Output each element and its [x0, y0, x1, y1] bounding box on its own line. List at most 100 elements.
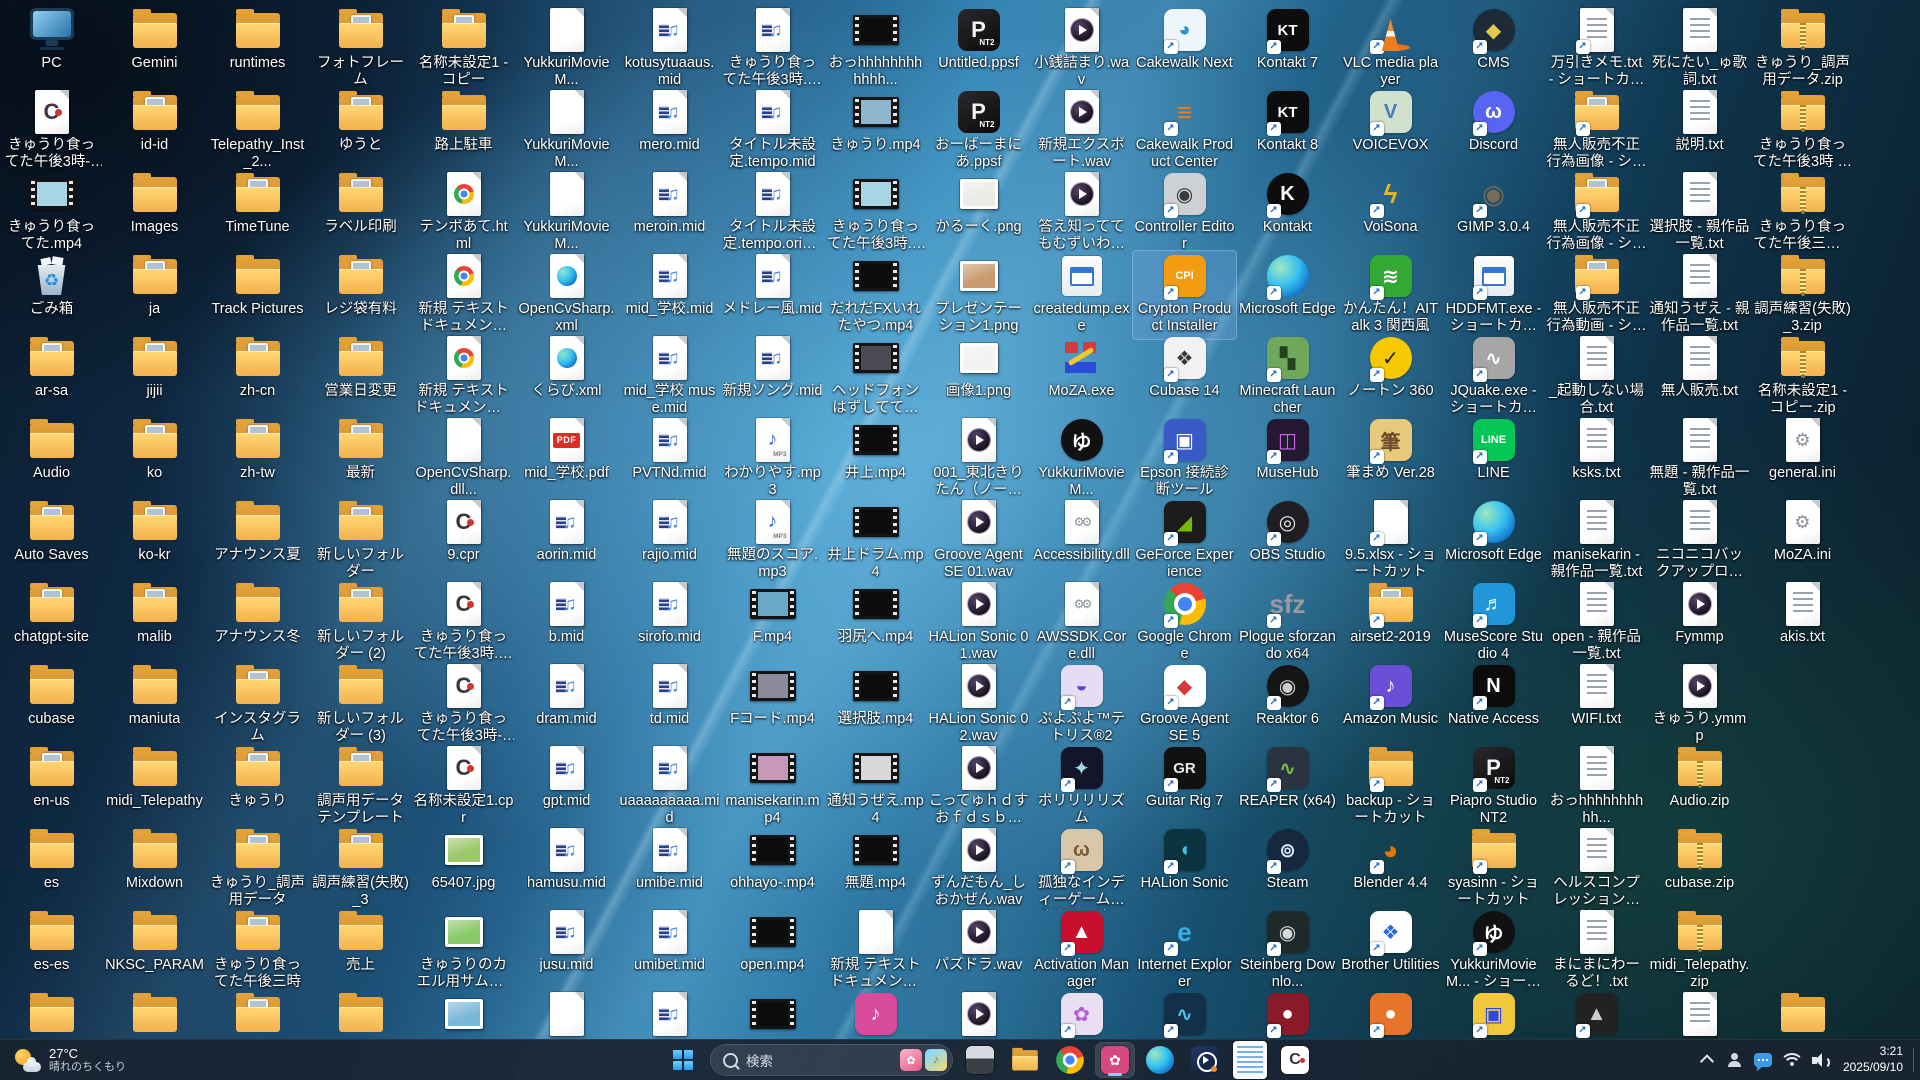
- desktop-icon[interactable]: en-us: [0, 743, 103, 813]
- desktop-icon[interactable]: ♫ uaaaaaaaaa.mid: [618, 743, 721, 831]
- desktop-icon[interactable]: アナウンス夏: [206, 497, 309, 567]
- desktop-icon[interactable]: ↗無人販売不正行為画像 - ショートカット: [1545, 169, 1648, 257]
- desktop-icon[interactable]: ↗HDDFMT.exe - ショートカット: [1442, 251, 1545, 339]
- desktop-icon[interactable]: ♻ ごみ箱: [0, 251, 103, 321]
- desktop-icon[interactable]: [1751, 989, 1854, 1040]
- desktop-icon[interactable]: ↗ Google Chrome: [1133, 579, 1236, 667]
- desktop-icon[interactable]: ∿↗JQuake.exe - ショートカット: [1442, 333, 1545, 421]
- desktop-icon[interactable]: OpenCvSharp.dll...: [412, 415, 515, 503]
- desktop-icon[interactable]: ✿ ↗: [1030, 989, 1133, 1040]
- desktop-icon[interactable]: CPI ↗ Crypton Product Installer: [1132, 250, 1237, 340]
- desktop-icon[interactable]: ❖ ↗ Brother Utilities: [1339, 907, 1442, 977]
- desktop-icon[interactable]: 無題.mp4: [824, 825, 927, 895]
- desktop-icon[interactable]: 調声練習(失敗)_3.zip: [1751, 251, 1854, 339]
- desktop-icon[interactable]: ラベル印刷: [309, 169, 412, 239]
- desktop-icon[interactable]: [412, 989, 515, 1040]
- desktop-icon[interactable]: C 名称未設定1.cpr: [412, 743, 515, 831]
- desktop-icon[interactable]: ◢ ↗ GeForce Experience: [1133, 497, 1236, 585]
- desktop-icon[interactable]: [206, 989, 309, 1040]
- desktop-icon[interactable]: ◉ ↗ Reaktor 6: [1236, 661, 1339, 731]
- desktop-icon[interactable]: ⊚ ↗ Steam: [1236, 825, 1339, 895]
- desktop-icon[interactable]: zh-cn: [206, 333, 309, 403]
- desktop-icon[interactable]: createdump.exe: [1030, 251, 1133, 339]
- desktop-icon[interactable]: ◖ ↗ HALion Sonic: [1133, 825, 1236, 895]
- desktop-icon[interactable]: C 9.cpr: [412, 497, 515, 567]
- desktop-icon[interactable]: ↗ airset2-2019: [1339, 579, 1442, 649]
- desktop-icon[interactable]: 新規 テキスト ドキュメント.musicxml: [824, 907, 927, 995]
- desktop-icon[interactable]: 死にたい_ゅ歌詞.txt: [1648, 5, 1751, 93]
- desktop-icon[interactable]: ♪: [824, 989, 927, 1040]
- desktop-icon[interactable]: WIFI.txt: [1545, 661, 1648, 731]
- desktop-icon[interactable]: 画像1.png: [927, 333, 1030, 403]
- desktop-icon[interactable]: P NT2 Untitled.ppsf: [927, 5, 1030, 75]
- desktop-icon[interactable]: 筆 ↗ 筆まめ Ver.28: [1339, 415, 1442, 485]
- desktop-icon[interactable]: 65407.jpg: [412, 825, 515, 895]
- desktop-icon[interactable]: きゅうり_調声用データ.zip: [1751, 5, 1854, 93]
- desktop-icon[interactable]: PC: [0, 5, 103, 75]
- desktop-icon[interactable]: 羽尻へ.mp4: [824, 579, 927, 649]
- desktop-icon[interactable]: KT ↗ Kontakt 7: [1236, 5, 1339, 75]
- desktop-icon[interactable]: 無題 - 親作品一覧.txt: [1648, 415, 1751, 503]
- desktop-icon[interactable]: ≋ ↗ かんたん！AITalk 3 関西風: [1339, 251, 1442, 339]
- desktop-icon[interactable]: N ↗ Native Access: [1442, 661, 1545, 731]
- desktop-icon[interactable]: ♫ aorin.mid: [515, 497, 618, 567]
- desktop-icon[interactable]: ♫ mero.mid: [618, 87, 721, 157]
- desktop-icon[interactable]: sfz ↗ Plogue sforzando x64: [1236, 579, 1339, 667]
- desktop-icon[interactable]: [309, 989, 412, 1040]
- taskbar-clock[interactable]: 3:21 2025/09/10: [1837, 1044, 1911, 1075]
- desktop-icon[interactable]: ゆうと: [309, 87, 412, 157]
- desktop-icon[interactable]: ◆ ↗ CMS: [1442, 5, 1545, 75]
- show-desktop-button[interactable]: [1913, 1048, 1920, 1072]
- desktop-icon[interactable]: Cきゅうり食ってた午後3時-01.cpr: [0, 87, 103, 175]
- desktop-icon[interactable]: ◆ ↗ Groove Agent SE 5: [1133, 661, 1236, 749]
- desktop-icon[interactable]: 答え知っててもむずいわこれ.wav: [1030, 169, 1133, 257]
- taskbar-app-media-gallery[interactable]: [961, 1043, 999, 1077]
- desktop-icon[interactable]: ♪ ↗ Amazon Music: [1339, 661, 1442, 731]
- desktop-icon[interactable]: きゅうり食ってた午後三時: [206, 907, 309, 995]
- desktop-icon[interactable]: Fコード.mp4: [721, 661, 824, 731]
- desktop-icon[interactable]: maniuta: [103, 661, 206, 731]
- desktop-icon[interactable]: 選択肢.mp4: [824, 661, 927, 731]
- desktop-icon[interactable]: ♫タイトル未設定.tempo.orig1.mid: [721, 169, 824, 257]
- desktop-icon[interactable]: zh-tw: [206, 415, 309, 485]
- desktop-icon[interactable]: V ↗ VOICEVOX: [1339, 87, 1442, 157]
- desktop-icon[interactable]: ↗ Microsoft Edge: [1236, 251, 1339, 321]
- desktop-icon[interactable]: ▣ ↗ Epson 接続診断ツール: [1133, 415, 1236, 503]
- desktop-icon[interactable]: ohhayo-.mp4: [721, 825, 824, 895]
- desktop-icon[interactable]: ja: [103, 251, 206, 321]
- desktop-icon[interactable]: P NT2 おーばーまにあ.ppsf: [927, 87, 1030, 175]
- desktop-icon[interactable]: [1648, 989, 1751, 1040]
- desktop-icon[interactable]: [927, 989, 1030, 1040]
- desktop-icon[interactable]: open - 親作品一覧.txt: [1545, 579, 1648, 667]
- desktop-icon[interactable]: ♫ gpt.mid: [515, 743, 618, 813]
- desktop-icon[interactable]: PDF mid_学校.pdf: [515, 415, 618, 485]
- desktop-icon[interactable]: ♪ MP3 わかりやす.mp3: [721, 415, 824, 503]
- desktop-icon[interactable]: ♪ MP3 無題のスコア.mp3: [721, 497, 824, 585]
- desktop-icon[interactable]: ♫ umibe.mid: [618, 825, 721, 895]
- desktop-icon[interactable]: ♫ b.mid: [515, 579, 618, 649]
- desktop-icon[interactable]: MoZA.exe: [1030, 333, 1133, 403]
- desktop-icon[interactable]: ♫ td.mid: [618, 661, 721, 731]
- wifi-icon[interactable]: [1779, 1046, 1806, 1074]
- desktop-icon[interactable]: ● ↗: [1236, 989, 1339, 1040]
- desktop-icon[interactable]: runtimes: [206, 5, 309, 75]
- desktop-icon[interactable]: ko: [103, 415, 206, 485]
- desktop-icon[interactable]: おっhhhhhhhhhh...: [1545, 743, 1648, 831]
- desktop-icon[interactable]: プレゼンテーション1.png: [927, 251, 1030, 339]
- desktop-icon[interactable]: ずんだもん_しおかぜん.wav: [927, 825, 1030, 913]
- desktop-icon[interactable]: GR ↗ Guitar Rig 7: [1133, 743, 1236, 813]
- desktop-icon[interactable]: [721, 989, 824, 1040]
- desktop-icon[interactable]: レジ袋有料: [309, 251, 412, 321]
- tray-person-icon[interactable]: [1721, 1046, 1748, 1074]
- desktop-icon[interactable]: ∿ ↗ REAPER (x64): [1236, 743, 1339, 813]
- desktop-icon[interactable]: ♫ 新規ソング.mid: [721, 333, 824, 403]
- desktop-icon[interactable]: ♫きゅうり食ってた午後3時.mid: [721, 5, 824, 93]
- desktop-icon[interactable]: ♫ タイトル未設定.tempo.mid: [721, 87, 824, 175]
- desktop-icon[interactable]: ↗無人販売不正行為動画 - ショートカット: [1545, 251, 1648, 339]
- desktop-icon[interactable]: ♫ sirofo.mid: [618, 579, 721, 649]
- desktop-icon[interactable]: 調声練習(失敗)_3: [309, 825, 412, 913]
- desktop-icon[interactable]: 説明.txt: [1648, 87, 1751, 157]
- desktop-icon[interactable]: だれだFXいれたやつ.mp4: [824, 251, 927, 339]
- desktop-icon[interactable]: ↗ 9.5.xlsx - ショートカット: [1339, 497, 1442, 585]
- weather-widget[interactable]: 27°C 晴れのちくもり: [6, 1040, 134, 1080]
